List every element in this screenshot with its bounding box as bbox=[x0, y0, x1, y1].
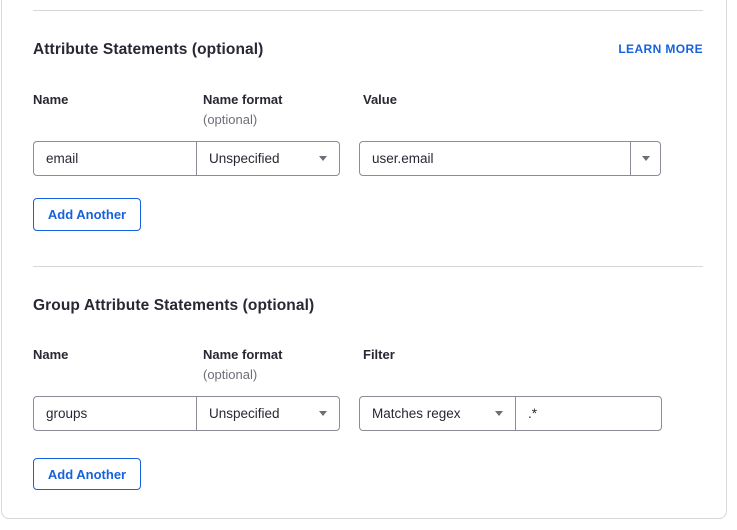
column-header-name-format: Name format bbox=[203, 92, 282, 107]
column-header-name-format-optional: (optional) bbox=[203, 367, 257, 382]
column-header-name: Name bbox=[33, 92, 68, 107]
group-filter-value-input[interactable] bbox=[515, 396, 662, 431]
column-header-name-format-optional: (optional) bbox=[203, 112, 257, 127]
saml-settings-page: Attribute Statements (optional) LEARN MO… bbox=[0, 0, 737, 530]
learn-more-link[interactable]: LEARN MORE bbox=[618, 42, 703, 56]
group-attribute-name-format-selected: Unspecified bbox=[209, 406, 280, 421]
group-attribute-name-input[interactable] bbox=[33, 396, 197, 431]
column-header-name-format: Name format bbox=[203, 347, 282, 362]
chevron-down-icon bbox=[319, 411, 327, 416]
group-attribute-statements-title: Group Attribute Statements (optional) bbox=[33, 297, 314, 315]
group-filter-type-select[interactable]: Matches regex bbox=[359, 396, 516, 431]
attribute-value-input[interactable] bbox=[359, 141, 631, 176]
settings-panel bbox=[1, 0, 727, 519]
column-header-filter: Filter bbox=[363, 347, 395, 362]
chevron-down-icon bbox=[642, 156, 650, 161]
chevron-down-icon bbox=[495, 411, 503, 416]
attribute-value-dropdown-button[interactable] bbox=[630, 141, 661, 176]
add-another-group-attribute-button[interactable]: Add Another bbox=[33, 458, 141, 490]
attribute-name-format-selected: Unspecified bbox=[209, 151, 280, 166]
attribute-statements-title: Attribute Statements (optional) bbox=[33, 41, 263, 59]
column-header-name: Name bbox=[33, 347, 68, 362]
section-divider-middle bbox=[33, 266, 703, 267]
group-filter-type-selected: Matches regex bbox=[372, 406, 461, 421]
chevron-down-icon bbox=[319, 156, 327, 161]
section-divider-top bbox=[33, 10, 703, 11]
add-another-attribute-button[interactable]: Add Another bbox=[33, 198, 141, 231]
attribute-name-input[interactable] bbox=[33, 141, 197, 176]
column-header-value: Value bbox=[363, 92, 397, 107]
attribute-name-format-select[interactable]: Unspecified bbox=[196, 141, 340, 176]
group-attribute-name-format-select[interactable]: Unspecified bbox=[196, 396, 340, 431]
